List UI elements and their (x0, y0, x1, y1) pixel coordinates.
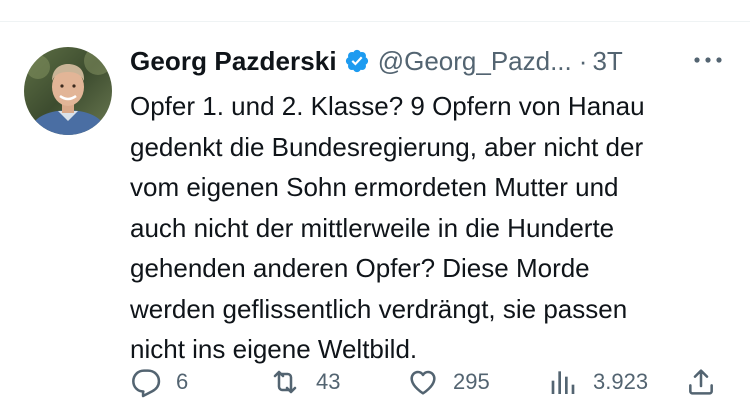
views-button[interactable]: 3.923 (547, 362, 648, 402)
more-dots-icon[interactable] (690, 48, 726, 72)
views-count: 3.923 (593, 369, 649, 394)
reply-button[interactable]: 6 (130, 362, 188, 402)
tweet-text: Opfer 1. und 2. Klasse? 9 Opfern von Han… (130, 91, 645, 364)
divider (0, 21, 750, 22)
tweet-header: Georg Pazderski @Georg_Pazd... · 3T (130, 44, 623, 78)
author-handle[interactable]: @Georg_Pazd... (378, 46, 572, 77)
tweet-card[interactable]: Georg Pazderski @Georg_Pazd... · 3T Opfe… (0, 0, 750, 411)
reply-bubble-icon (130, 366, 162, 398)
action-bar: 6 43 295 3.923 (130, 362, 730, 402)
like-button[interactable]: 295 (407, 362, 490, 402)
share-button[interactable] (685, 362, 717, 402)
timestamp[interactable]: 3T (592, 46, 622, 77)
avatar[interactable] (24, 47, 112, 135)
views-bar-chart-icon (547, 366, 579, 398)
reply-count: 6 (176, 369, 189, 394)
retweet-count: 43 (316, 369, 341, 394)
heart-icon (407, 366, 439, 398)
avatar-photo (24, 47, 112, 135)
separator-dot: · (578, 45, 588, 76)
like-count: 295 (453, 369, 490, 394)
verified-badge-icon (344, 48, 370, 74)
retweet-button[interactable]: 43 (268, 362, 340, 402)
retweet-icon (268, 366, 302, 398)
author-name[interactable]: Georg Pazderski (130, 46, 337, 77)
share-icon (685, 366, 717, 398)
